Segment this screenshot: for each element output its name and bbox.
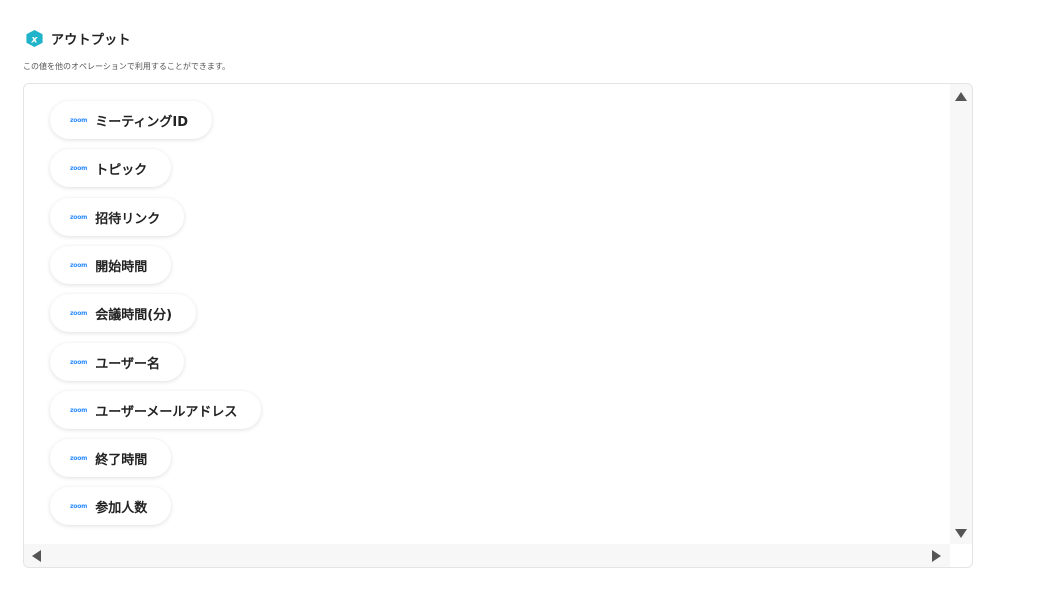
output-list-panel: zoom ミーティングID zoom トピック zoom 招待リンク zoom 開始時間 zoo… <box>23 83 973 568</box>
output-chip[interactable]: zoom 開始時間 <box>50 246 172 284</box>
output-chip[interactable]: zoom ユーザーメールアドレス <box>50 391 262 429</box>
zoom-logo-icon: zoom <box>70 358 88 366</box>
output-chip-label: ミーティングID <box>95 114 189 130</box>
zoom-logo-icon: zoom <box>70 213 88 221</box>
zoom-logo-icon: zoom <box>70 454 88 462</box>
svg-text:x: x <box>30 34 38 45</box>
horizontal-scrollbar[interactable] <box>24 544 950 567</box>
output-chip[interactable]: zoom 招待リンク <box>50 198 185 236</box>
zoom-logo-icon: zoom <box>70 406 88 414</box>
output-chip[interactable]: zoom 参加人数 <box>50 487 172 525</box>
output-chip-label: 終了時間 <box>95 452 148 468</box>
scroll-down-arrow-icon[interactable] <box>955 529 967 538</box>
zoom-logo-icon: zoom <box>70 502 88 510</box>
output-chip[interactable]: zoom ユーザー名 <box>50 343 184 381</box>
vertical-scrollbar[interactable] <box>950 84 972 544</box>
output-chip-label: 招待リンク <box>95 211 161 227</box>
output-chip[interactable]: zoom ミーティングID <box>50 101 213 139</box>
zoom-logo-icon: zoom <box>70 116 88 124</box>
output-chip-label: 会議時間(分) <box>95 307 173 323</box>
output-chip-label: ユーザーメールアドレス <box>95 404 238 420</box>
output-chip[interactable]: zoom トピック <box>50 149 172 187</box>
output-chip-label: トピック <box>95 162 148 178</box>
output-chip-label: ユーザー名 <box>95 356 160 372</box>
output-chip-label: 開始時間 <box>95 259 148 275</box>
scroll-up-arrow-icon[interactable] <box>955 92 967 101</box>
output-chip-label: 参加人数 <box>95 500 148 516</box>
zoom-logo-icon: zoom <box>70 309 88 317</box>
scroll-left-arrow-icon[interactable] <box>32 550 41 562</box>
output-section-header: x アウトプット <box>25 28 131 48</box>
output-chip[interactable]: zoom 会議時間(分) <box>50 294 197 332</box>
zoom-logo-icon: zoom <box>70 164 88 172</box>
section-description: この値を他のオペレーションで利用することができます。 <box>23 62 231 71</box>
output-chip[interactable]: zoom 終了時間 <box>50 439 172 477</box>
section-title: アウトプット <box>51 32 131 48</box>
scroll-right-arrow-icon[interactable] <box>932 550 941 562</box>
zoom-logo-icon: zoom <box>70 261 88 269</box>
variable-x-icon: x <box>26 29 43 47</box>
